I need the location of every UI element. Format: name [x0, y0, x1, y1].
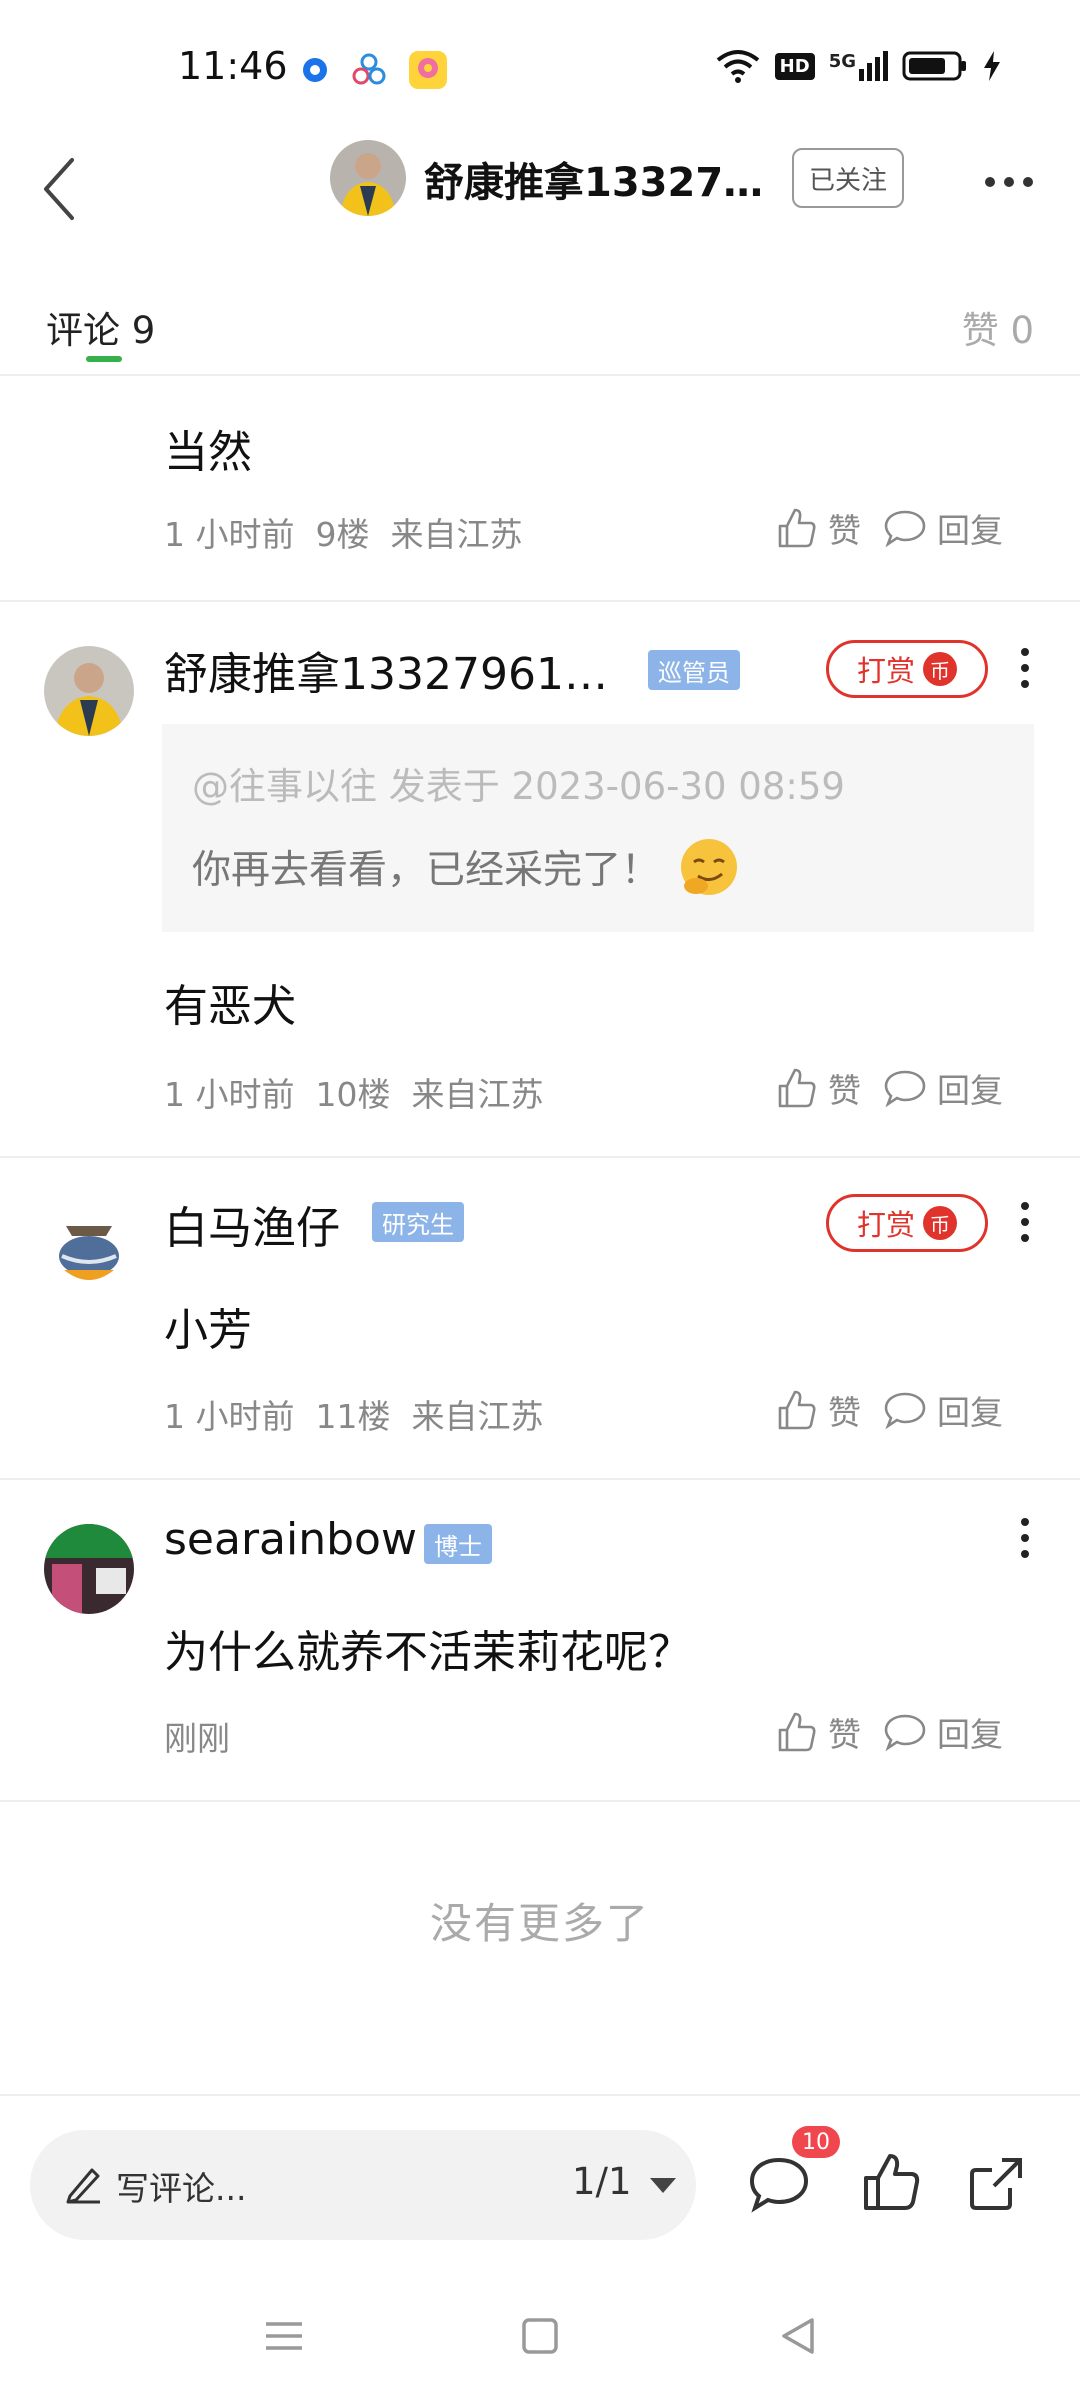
flower-app-icon [409, 51, 447, 89]
tab-bar: 评论 9 赞 0 [0, 280, 1080, 376]
reply-button[interactable]: 回复 [883, 1708, 1003, 1756]
status-indicators: HD 5G [715, 48, 1002, 84]
status-bar: 11:46 HD 5G [0, 0, 1080, 130]
comment-actions: 赞 回复 [774, 1386, 1003, 1434]
comment-placeholder: 写评论... [116, 2169, 247, 2208]
page-indicator[interactable]: 1/1 [572, 2160, 632, 2203]
role-badge: 研究生 [372, 1202, 464, 1242]
comment-meta: 1 小时前 9楼 来自江苏 [164, 515, 523, 554]
like-button[interactable]: 赞 [774, 1386, 861, 1434]
pencil-icon [66, 2168, 100, 2204]
commenter-name[interactable]: 舒康推拿13327961… [164, 638, 608, 702]
coin-icon: 币 [923, 1206, 957, 1240]
quoted-comment: @往事以往 发表于 2023-06-30 08:59 你再去看看，已经采完了！ [162, 724, 1034, 932]
commenter-name[interactable]: searainbow [164, 1514, 417, 1565]
comment-text: 小芳 [164, 1305, 252, 1356]
status-time: 11:46 [178, 44, 288, 88]
tab-active-indicator [86, 356, 122, 362]
reply-button[interactable]: 回复 [883, 1386, 1003, 1434]
blue-dot-app-icon [303, 58, 327, 82]
comment-bubble-icon[interactable] [744, 2148, 814, 2218]
thumbs-up-icon[interactable] [856, 2148, 926, 2218]
smirk-emoji-icon [681, 839, 738, 895]
commenter-avatar[interactable] [44, 1524, 134, 1614]
menu-icon[interactable] [254, 2306, 314, 2366]
follow-button[interactable]: 已关注 [792, 148, 904, 208]
comment-actions: 赞 回复 [774, 1064, 1003, 1112]
page-header: 舒康推拿13327… 已关注 [0, 130, 1080, 280]
commenter-name[interactable]: 白马渔仔 [164, 1192, 340, 1256]
coin-icon: 币 [923, 652, 957, 686]
battery-icon [902, 51, 966, 81]
thumbs-up-icon [778, 1712, 816, 1752]
tab-likes[interactable]: 赞 0 [962, 300, 1034, 354]
comment-actions: 赞 回复 [774, 504, 1003, 552]
reply-bubble-icon [884, 1070, 926, 1108]
comment-menu-icon[interactable] [1010, 638, 1040, 698]
like-button[interactable]: 赞 [774, 1064, 861, 1112]
page-title: 舒康推拿13327… [424, 160, 764, 206]
comment-meta: 1 小时前 11楼 来自江苏 [164, 1397, 544, 1436]
role-badge: 巡管员 [648, 650, 740, 690]
comment-item: 当然 1 小时前 9楼 来自江苏 赞 回复 [0, 376, 1080, 602]
comment-actions: 赞 回复 [774, 1708, 1003, 1756]
role-badge: 博士 [424, 1524, 492, 1564]
comment-item: searainbow 博士 为什么就养不活茉莉花呢？ 刚刚 赞 回复 [0, 1480, 1080, 1802]
reply-button[interactable]: 回复 [883, 504, 1003, 552]
thumbs-up-icon [778, 1068, 816, 1108]
quote-header: @往事以往 发表于 2023-06-30 08:59 [192, 765, 845, 808]
share-icon[interactable] [962, 2148, 1032, 2218]
tab-comments[interactable]: 评论 9 [46, 300, 155, 354]
like-button[interactable]: 赞 [774, 1708, 861, 1756]
notification-icons [300, 50, 448, 90]
comment-text: 为什么就养不活茉莉花呢？ [164, 1627, 692, 1678]
reply-button[interactable]: 回复 [883, 1064, 1003, 1112]
comment-text: 当然 [164, 427, 252, 478]
comment-menu-icon[interactable] [1010, 1192, 1040, 1252]
reply-bubble-icon [884, 1392, 926, 1430]
comment-item: 舒康推拿13327961… 巡管员 打赏 币 @往事以往 发表于 2023-06… [0, 602, 1080, 1158]
hd-icon: HD [774, 52, 815, 80]
back-triangle-icon[interactable] [768, 2306, 828, 2366]
commenter-avatar[interactable] [44, 1206, 134, 1296]
caret-down-icon[interactable] [650, 2178, 676, 2193]
cluster-app-icon [352, 53, 386, 85]
comment-meta: 刚刚 [164, 1719, 230, 1758]
reward-button[interactable]: 打赏 币 [826, 1194, 988, 1252]
comment-menu-icon[interactable] [1010, 1508, 1040, 1568]
charging-icon [984, 51, 1000, 81]
commenter-avatar[interactable] [44, 646, 134, 736]
more-options-icon[interactable] [974, 162, 1044, 202]
reply-bubble-icon [884, 1714, 926, 1752]
like-button[interactable]: 赞 [774, 504, 861, 552]
comment-item: 白马渔仔 研究生 打赏 币 小芳 1 小时前 11楼 来自江苏 赞 回复 [0, 1158, 1080, 1480]
comment-count-badge: 10 [792, 2126, 840, 2158]
thumbs-up-icon [778, 1390, 816, 1430]
back-icon[interactable] [24, 144, 94, 234]
author-avatar[interactable] [330, 140, 406, 216]
wifi-icon [716, 50, 759, 83]
end-of-list-text: 没有更多了 [429, 1899, 650, 1948]
comment-text: 有恶犬 [164, 981, 296, 1032]
comment-meta: 1 小时前 10楼 来自江苏 [164, 1075, 544, 1114]
home-square-icon[interactable] [510, 2306, 570, 2366]
thumbs-up-icon [778, 508, 816, 548]
comment-input[interactable]: 写评论... 1/1 [30, 2130, 696, 2240]
system-nav-bar [0, 2264, 1080, 2400]
reply-bubble-icon [884, 510, 926, 548]
reward-button[interactable]: 打赏 币 [826, 640, 988, 698]
signal-icon: 5G [829, 51, 888, 81]
quote-text: 你再去看看，已经采完了！ [192, 832, 744, 902]
bottom-action-bar: 写评论... 1/1 10 [0, 2094, 1080, 2264]
